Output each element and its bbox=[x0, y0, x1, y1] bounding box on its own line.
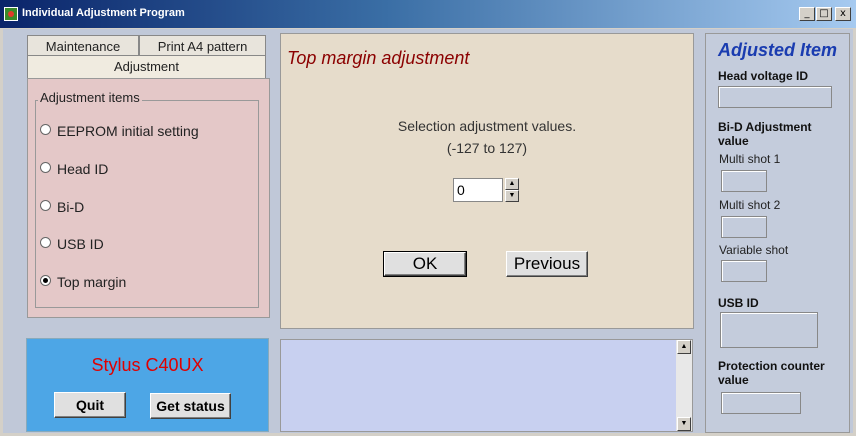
range-text: (-127 to 127) bbox=[446, 140, 528, 156]
minimize-button[interactable]: _ bbox=[799, 7, 815, 21]
usb-id-field bbox=[720, 312, 818, 348]
scroll-down-icon[interactable]: ▼ bbox=[677, 417, 691, 431]
tab-maintenance[interactable]: Maintenance bbox=[27, 35, 139, 57]
app-icon bbox=[4, 7, 18, 21]
usb-id-label: USB ID bbox=[718, 296, 759, 310]
get-status-button[interactable]: Get status bbox=[150, 393, 231, 419]
radio-button-icon[interactable] bbox=[40, 162, 51, 173]
head-voltage-id-field bbox=[718, 86, 832, 108]
protection-counter-field bbox=[721, 392, 801, 414]
multi-shot-1-label: Multi shot 1 bbox=[719, 152, 781, 166]
bi-d-adjustment-label: Bi-D Adjustment value bbox=[718, 120, 812, 148]
quit-button[interactable]: Quit bbox=[54, 392, 126, 418]
previous-button[interactable]: Previous bbox=[506, 251, 588, 277]
radio-button-icon[interactable] bbox=[40, 124, 51, 135]
radio-button-icon[interactable] bbox=[40, 200, 51, 211]
spin-up-icon[interactable]: ▲ bbox=[505, 178, 519, 190]
radio-button-icon[interactable] bbox=[40, 237, 51, 248]
close-button[interactable]: x bbox=[835, 7, 851, 21]
radio-top-margin[interactable]: Top margin bbox=[40, 274, 126, 294]
scroll-up-icon[interactable]: ▲ bbox=[677, 340, 691, 354]
radio-usb-id[interactable]: USB ID bbox=[40, 236, 104, 256]
adjustment-items-title: Adjustment items bbox=[38, 90, 142, 105]
window-title: Individual Adjustment Program bbox=[22, 7, 185, 19]
radio-eeprom-initial-setting[interactable]: EEPROM initial setting bbox=[40, 123, 199, 143]
maximize-button[interactable]: □ bbox=[816, 7, 832, 21]
radio-head-id[interactable]: Head ID bbox=[40, 161, 108, 181]
tab-print-a4-pattern[interactable]: Print A4 pattern bbox=[139, 35, 266, 57]
instruction-text: Selection adjustment values. bbox=[397, 118, 577, 134]
adjusted-item-title: Adjusted Item bbox=[717, 40, 837, 60]
radio-label: Bi-D bbox=[57, 199, 85, 215]
variable-shot-field bbox=[721, 260, 767, 282]
multi-shot-1-field bbox=[721, 170, 767, 192]
page-title: Top margin adjustment bbox=[287, 48, 470, 68]
radio-label: USB ID bbox=[57, 236, 104, 252]
radio-button-selected-icon[interactable] bbox=[40, 275, 51, 286]
head-voltage-id-label: Head voltage ID bbox=[718, 69, 809, 83]
multi-shot-2-label: Multi shot 2 bbox=[719, 198, 781, 212]
printer-model: Stylus C40UX bbox=[91, 355, 204, 375]
variable-shot-label: Variable shot bbox=[719, 243, 789, 257]
radio-label: Head ID bbox=[57, 161, 109, 177]
adjustment-value-input[interactable]: 0 bbox=[453, 178, 503, 202]
radio-label: Top margin bbox=[57, 274, 127, 290]
tab-adjustment[interactable]: Adjustment bbox=[27, 55, 266, 78]
multi-shot-2-field bbox=[721, 216, 767, 238]
ok-button[interactable]: OK bbox=[383, 251, 467, 277]
status-log[interactable] bbox=[280, 339, 693, 432]
radio-label: EEPROM initial setting bbox=[57, 123, 199, 139]
protection-counter-label: Protection counter value bbox=[718, 359, 825, 387]
spin-down-icon[interactable]: ▼ bbox=[505, 190, 519, 202]
radio-bi-d[interactable]: Bi-D bbox=[40, 199, 84, 219]
